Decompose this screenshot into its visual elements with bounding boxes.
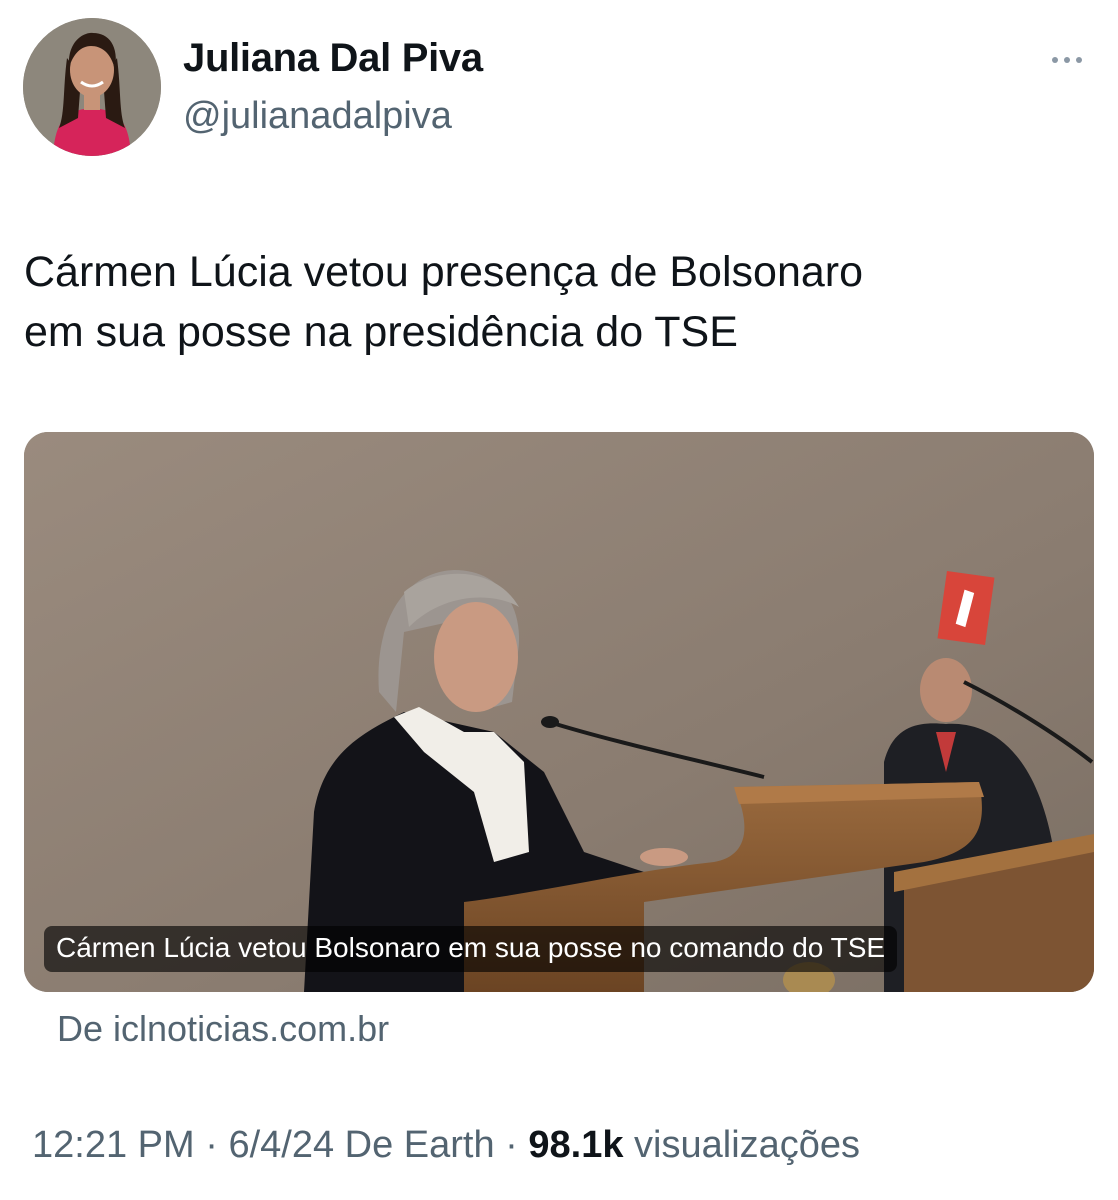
tweet-meta: 12:21 PM · 6/4/24 De Earth · 98.1k visua…	[32, 1124, 860, 1167]
author-avatar[interactable]	[23, 18, 161, 156]
tweet-time[interactable]: 12:21 PM	[32, 1124, 195, 1166]
more-dot	[1064, 57, 1070, 63]
author-name[interactable]: Juliana Dal Piva	[183, 36, 483, 81]
link-card-image	[24, 432, 1094, 992]
tweet-text: Cármen Lúcia vetou presença de Bolsonaro…	[24, 248, 864, 356]
views-count[interactable]: 98.1k	[528, 1124, 623, 1166]
meta-separator: ·	[494, 1124, 529, 1166]
link-source[interactable]: De iclnoticias.com.br	[57, 1008, 389, 1050]
avatar-photo	[23, 18, 161, 156]
tweet-date-source[interactable]: 6/4/24 De Earth	[228, 1124, 494, 1166]
link-card-caption: Cármen Lúcia vetou Bolsonaro em sua poss…	[44, 926, 898, 972]
more-dot	[1052, 57, 1058, 63]
link-card[interactable]: Cármen Lúcia vetou Bolsonaro em sua poss…	[24, 432, 1094, 992]
views-label[interactable]: visualizações	[634, 1124, 860, 1166]
author-handle[interactable]: @julianadalpiva	[183, 95, 452, 138]
meta-separator: ·	[194, 1124, 229, 1166]
more-horizontal-icon[interactable]	[1044, 40, 1090, 80]
more-dot	[1076, 57, 1082, 63]
